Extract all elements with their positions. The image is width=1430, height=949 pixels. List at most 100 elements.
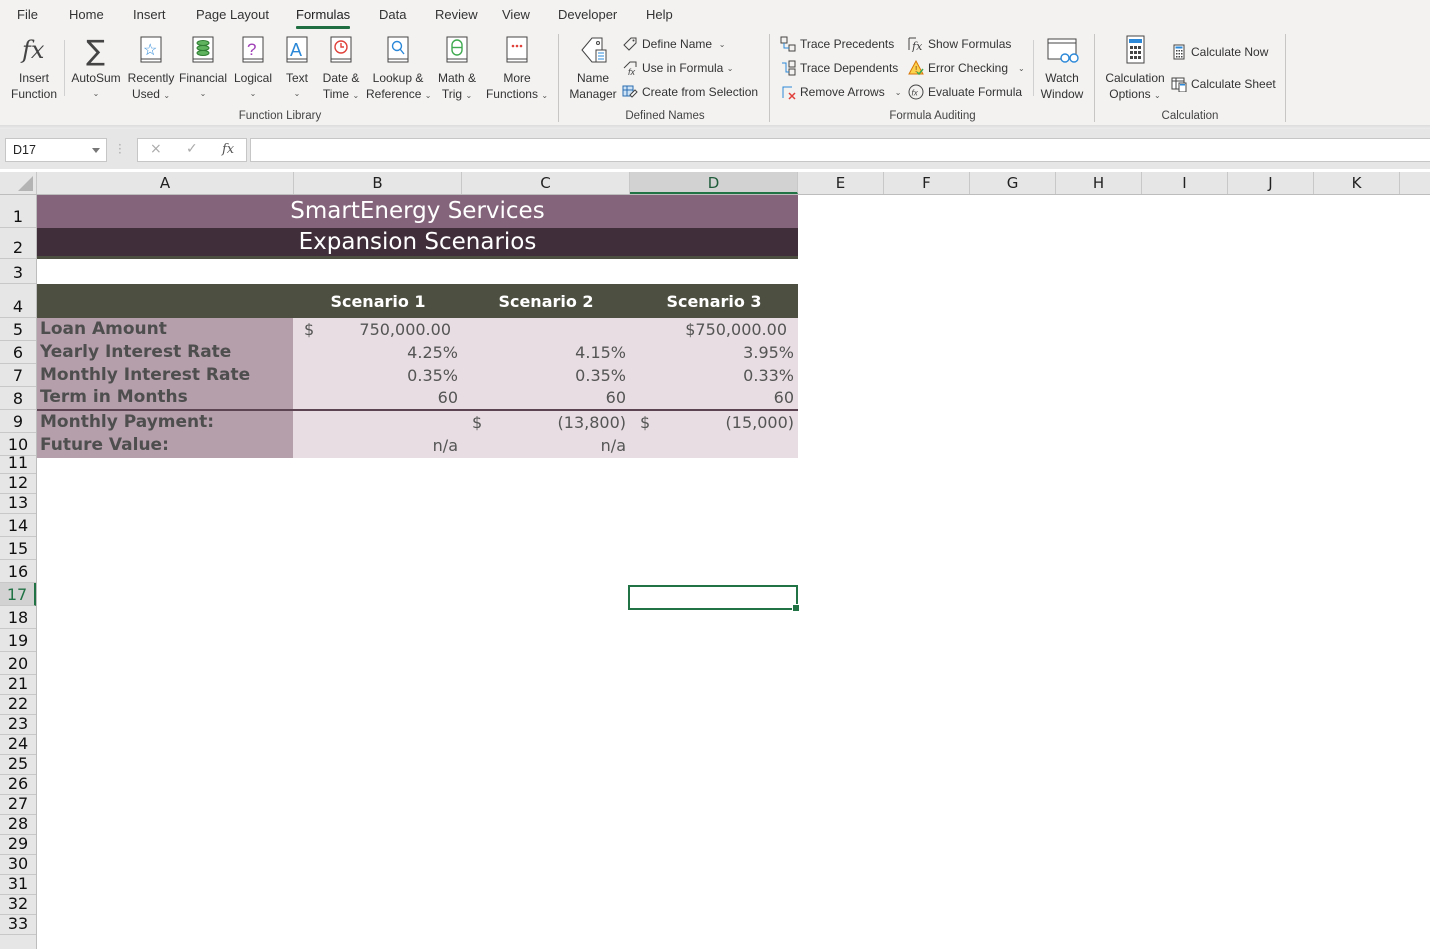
resize-handle-icon[interactable]: · · · xyxy=(118,139,122,159)
label-loan-amount[interactable]: Loan Amount xyxy=(37,319,293,339)
label-monthly-interest-rate[interactable]: Monthly Interest Rate xyxy=(37,365,293,385)
sheet-subtitle[interactable]: Expansion Scenarios xyxy=(37,229,798,257)
error-checking-button[interactable]: ! Error Checking ⌄ xyxy=(908,59,1025,77)
row-header-15[interactable]: 15 xyxy=(0,537,36,560)
row-header-11[interactable]: 11 xyxy=(0,453,36,474)
column-header-i[interactable]: I xyxy=(1142,172,1228,194)
name-manager-button[interactable]: Name Manager xyxy=(566,34,620,102)
row-header-25[interactable]: 25 xyxy=(0,754,36,775)
row-header-16[interactable]: 16 xyxy=(0,560,36,583)
tab-help[interactable]: Help xyxy=(646,7,673,22)
name-box[interactable]: D17 xyxy=(5,138,107,162)
column-header-k[interactable]: K xyxy=(1314,172,1400,194)
row-header-24[interactable]: 24 xyxy=(0,734,36,755)
sheet-title[interactable]: SmartEnergy Services xyxy=(37,198,798,228)
row-header-12[interactable]: 12 xyxy=(0,473,36,494)
row-header-9[interactable]: 9 xyxy=(0,410,36,433)
create-from-selection-button[interactable]: Create from Selection xyxy=(622,83,758,101)
active-cell-d17[interactable] xyxy=(628,585,800,612)
tab-home[interactable]: Home xyxy=(69,7,104,22)
column-header-c[interactable]: C xyxy=(462,172,630,194)
row-header-32[interactable]: 32 xyxy=(0,894,36,915)
label-monthly-payment[interactable]: Monthly Payment: xyxy=(37,412,293,432)
c8-term[interactable]: 60 xyxy=(462,388,630,407)
tab-data[interactable]: Data xyxy=(379,7,406,22)
row-header-22[interactable]: 22 xyxy=(0,694,36,715)
column-header-h[interactable]: H xyxy=(1056,172,1142,194)
row-header-2[interactable]: 2 xyxy=(0,228,36,259)
row-header-7[interactable]: 7 xyxy=(0,364,36,387)
d9-monthly-payment[interactable]: (15,000) xyxy=(630,413,798,432)
calculate-now-button[interactable]: Calculate Now xyxy=(1171,43,1268,61)
calculation-options-button[interactable]: Calculation Options ⌄ xyxy=(1103,34,1167,104)
row-header-29[interactable]: 29 xyxy=(0,834,36,855)
label-term-in-months[interactable]: Term in Months xyxy=(37,387,293,407)
autosum-button[interactable]: ∑ AutoSum ⌄ xyxy=(70,34,122,102)
financial-button[interactable]: Financial ⌄ xyxy=(178,34,228,102)
trace-precedents-button[interactable]: Trace Precedents xyxy=(780,35,894,53)
row-header-18[interactable]: 18 xyxy=(0,606,36,629)
c9-monthly-payment[interactable]: (13,800) xyxy=(462,413,630,432)
column-header-e[interactable]: E xyxy=(798,172,884,194)
row-header-17[interactable]: 17 xyxy=(0,583,36,606)
d6-yearly-rate[interactable]: 3.95% xyxy=(630,343,798,362)
row-header-4[interactable]: 4 xyxy=(0,284,36,318)
formula-input[interactable] xyxy=(250,138,1430,162)
row-header-23[interactable]: 23 xyxy=(0,714,36,735)
b6-yearly-rate[interactable]: 4.25% xyxy=(294,343,462,362)
row-header-14[interactable]: 14 xyxy=(0,514,36,537)
remove-arrows-button[interactable]: Remove Arrows ⌄ xyxy=(780,83,901,101)
insert-function-button[interactable]: fx Insert Function xyxy=(6,34,62,102)
trace-dependents-button[interactable]: Trace Dependents xyxy=(780,59,898,77)
row-header-6[interactable]: 6 xyxy=(0,341,36,364)
column-header-j[interactable]: J xyxy=(1228,172,1314,194)
math-trig-button[interactable]: Math & Trig ⌄ xyxy=(434,34,480,104)
insert-function-icon[interactable]: fx xyxy=(222,142,234,157)
column-header-d[interactable]: D xyxy=(630,172,798,194)
row-header-20[interactable]: 20 xyxy=(0,652,36,675)
recently-used-button[interactable]: ☆ Recently Used ⌄ xyxy=(126,34,176,104)
header-scenario-2[interactable]: Scenario 2 xyxy=(462,292,630,311)
text-button[interactable]: A Text ⌄ xyxy=(280,34,314,102)
row-header-26[interactable]: 26 xyxy=(0,774,36,795)
row-header-5[interactable]: 5 xyxy=(0,318,36,341)
tab-file[interactable]: File xyxy=(17,7,38,22)
label-yearly-interest-rate[interactable]: Yearly Interest Rate xyxy=(37,342,293,362)
tab-view[interactable]: View xyxy=(502,7,530,22)
label-future-value[interactable]: Future Value: xyxy=(37,435,293,455)
row-header-13[interactable]: 13 xyxy=(0,493,36,514)
dropdown-arrow-icon[interactable] xyxy=(92,148,100,153)
logical-button[interactable]: ? Logical ⌄ xyxy=(231,34,275,102)
header-scenario-1[interactable]: Scenario 1 xyxy=(294,292,462,311)
header-scenario-3[interactable]: Scenario 3 xyxy=(630,292,798,311)
tab-page-layout[interactable]: Page Layout xyxy=(196,7,269,22)
show-formulas-button[interactable]: fx Show Formulas xyxy=(908,35,1011,53)
c6-yearly-rate[interactable]: 4.15% xyxy=(462,343,630,362)
b8-term[interactable]: 60 xyxy=(294,388,462,407)
row-header-31[interactable]: 31 xyxy=(0,874,36,895)
b10-future-value[interactable]: n/a xyxy=(294,436,462,455)
b5-loan-amount[interactable]: 750,000.00 xyxy=(294,320,455,339)
column-header-b[interactable]: B xyxy=(294,172,462,194)
row-header-1[interactable]: 1 xyxy=(0,195,36,228)
tab-review[interactable]: Review xyxy=(435,7,478,22)
row-header-27[interactable]: 27 xyxy=(0,794,36,815)
tab-insert[interactable]: Insert xyxy=(133,7,166,22)
cancel-icon[interactable]: × xyxy=(150,141,162,157)
column-header-a[interactable]: A xyxy=(37,172,294,194)
define-name-button[interactable]: Define Name ⌄ xyxy=(622,35,725,53)
d7-monthly-rate[interactable]: 0.33% xyxy=(630,366,798,385)
more-functions-button[interactable]: More Functions ⌄ xyxy=(484,34,550,104)
c7-monthly-rate[interactable]: 0.35% xyxy=(462,366,630,385)
row-header-33[interactable]: 33 xyxy=(0,914,36,935)
row-header-19[interactable]: 19 xyxy=(0,629,36,652)
c10-future-value[interactable]: n/a xyxy=(462,436,630,455)
calculate-sheet-button[interactable]: Calculate Sheet xyxy=(1171,75,1276,93)
d8-term[interactable]: 60 xyxy=(630,388,798,407)
watch-window-button[interactable]: Watch Window xyxy=(1037,34,1087,102)
date-time-button[interactable]: Date & Time ⌄ xyxy=(320,34,362,104)
use-in-formula-button[interactable]: fx Use in Formula ⌄ xyxy=(622,59,733,77)
row-header-8[interactable]: 8 xyxy=(0,387,36,410)
column-header-f[interactable]: F xyxy=(884,172,970,194)
select-all-button[interactable] xyxy=(0,172,37,194)
